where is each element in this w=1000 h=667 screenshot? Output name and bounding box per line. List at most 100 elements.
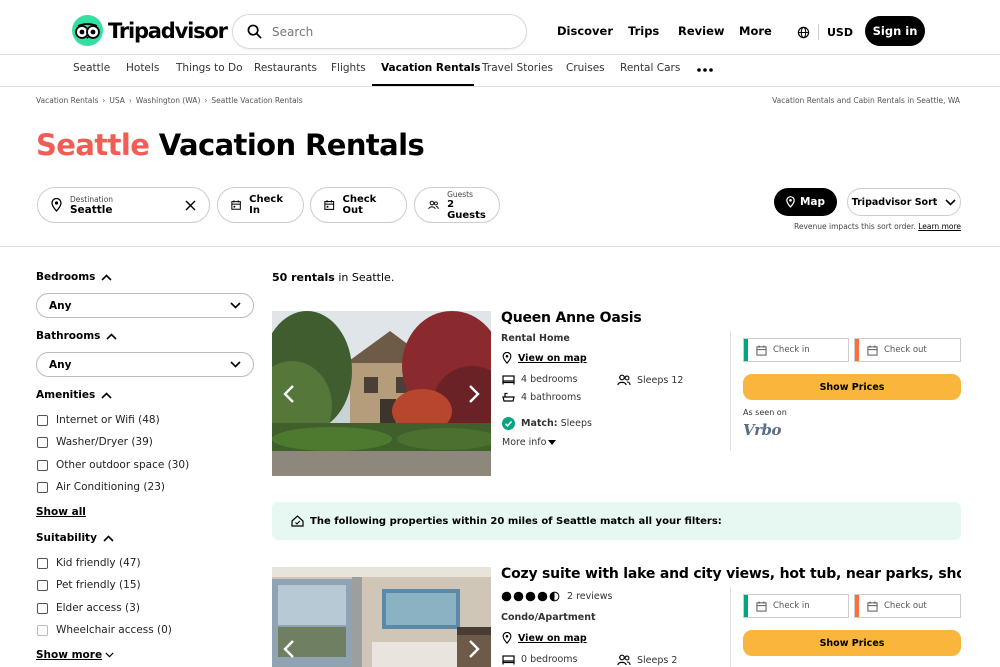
guests-button[interactable]: Guests 2 Guests [414,187,500,223]
tab-things-to-do[interactable]: Things to Do [176,62,243,74]
bedrooms-header[interactable]: Bedrooms [36,271,113,283]
bathrooms-header[interactable]: Bathrooms [36,330,117,342]
owl-icon [72,15,103,46]
amenity-checkbox[interactable]: Air Conditioning (23) [37,481,165,493]
suitability-header[interactable]: Suitability [36,532,114,544]
suitability-checkbox[interactable]: Wheelchair access (0) [37,624,172,636]
check-in-button[interactable]: Check In [217,187,304,223]
checkbox[interactable] [37,436,48,448]
tab-rental-cars[interactable]: Rental Cars [620,62,680,74]
tab-restaurants[interactable]: Restaurants [254,62,317,74]
search-bar[interactable] [232,14,527,49]
breadcrumb-item[interactable]: Seattle Vacation Rentals [211,96,302,105]
logo-text: Tripadvisor [108,18,228,43]
more-info-toggle[interactable]: More info [502,437,557,448]
checkbox[interactable] [37,557,48,569]
bathrooms-select[interactable]: Any [36,352,254,377]
view-on-map-link[interactable]: View on map [502,352,587,364]
guests-value: 2 Guests [447,198,486,221]
tab-flights[interactable]: Flights [331,62,366,74]
sort-dropdown[interactable]: Tripadvisor Sort [847,188,961,216]
bedrooms-text: 0 bedrooms [521,654,578,665]
chevron-left-icon[interactable] [282,384,296,404]
sleeps-info: Sleeps 2 [617,654,677,666]
amenity-checkbox[interactable]: Washer/Dryer (39) [37,436,153,448]
rating-row[interactable]: 2 reviews [501,591,612,602]
sort-label: Tripadvisor Sort [851,196,938,208]
chevron-up-icon [101,273,113,281]
chevron-right-icon[interactable] [467,384,481,404]
show-more-label: Show more [36,649,103,661]
check-out-button[interactable]: Check Out [310,187,407,223]
suitability-label: Wheelchair access (0) [56,624,172,636]
caret-down-icon [548,440,557,445]
tab-travel-stories[interactable]: Travel Stories [482,62,553,74]
amenities-header[interactable]: Amenities [36,389,112,401]
checkbox[interactable] [37,414,48,426]
map-button[interactable]: Map [774,188,837,216]
suitability-checkbox[interactable]: Kid friendly (47) [37,557,141,569]
breadcrumb-right: Vacation Rentals and Cabin Rentals in Se… [772,96,960,105]
listing-title[interactable]: Cozy suite with lake and city views, hot… [501,566,961,582]
nav-trips[interactable]: Trips [628,24,659,38]
checkbox[interactable] [37,602,48,614]
checkbox[interactable] [37,624,48,636]
bathrooms-value: Any [49,358,72,371]
check-in-date-field[interactable]: Check in [743,594,849,618]
tab-cruises[interactable]: Cruises [566,62,605,74]
destination-field[interactable]: Destination Seattle [37,187,210,223]
currency-label: USD [827,25,853,39]
currency-selector[interactable]: USD [797,24,853,40]
house-icon [291,515,304,527]
show-prices-button[interactable]: Show Prices [743,630,961,656]
checkbox[interactable] [37,481,48,493]
room-photo [272,567,491,667]
suitability-label: Pet friendly (15) [56,579,141,591]
amenity-checkbox[interactable]: Internet or Wifi (48) [37,414,160,426]
listing-photo[interactable] [272,311,491,476]
vrbo-logo: Vrbo [743,421,782,439]
sign-in-button[interactable]: Sign in [865,16,925,46]
show-more-link[interactable]: Show more [36,649,114,661]
chevron-up-icon [103,534,114,542]
breadcrumb-item[interactable]: Washington (WA) [136,96,200,105]
bathrooms-text: 4 bathrooms [521,392,582,403]
tab-seattle[interactable]: Seattle [73,62,110,74]
divider [0,54,1000,55]
suitability-checkbox[interactable]: Elder access (3) [37,602,140,614]
show-all-link[interactable]: Show all [36,506,86,518]
amenity-checkbox[interactable]: Other outdoor space (30) [37,459,189,471]
view-on-map-link[interactable]: View on map [502,632,587,644]
listing-title[interactable]: Queen Anne Oasis [501,310,642,326]
search-icon [247,24,262,39]
chevron-left-icon[interactable] [282,639,296,659]
nav-review[interactable]: Review [678,24,725,38]
search-input[interactable] [272,24,502,39]
nav-discover[interactable]: Discover [557,24,613,38]
more-dots-icon[interactable] [697,68,713,72]
reviews-count: 2 reviews [567,591,613,602]
show-prices-button[interactable]: Show Prices [743,374,961,400]
breadcrumb-item[interactable]: Vacation Rentals [36,96,98,105]
bedrooms-select[interactable]: Any [36,293,254,318]
breadcrumb-item[interactable]: USA [109,96,125,105]
amenities-label: Amenities [36,389,96,401]
tab-hotels[interactable]: Hotels [126,62,159,74]
check-out-date-field[interactable]: Check out [854,338,961,362]
map-label: Map [799,196,826,208]
suitability-checkbox[interactable]: Pet friendly (15) [37,579,141,591]
check-out-date-field[interactable]: Check out [854,594,961,618]
listing-photo[interactable] [272,567,491,667]
nav-more[interactable]: More [739,24,772,38]
chevron-right-icon[interactable] [467,639,481,659]
checkbox[interactable] [37,459,48,471]
learn-more-link[interactable]: Learn more [918,222,961,231]
check-in-date-field[interactable]: Check in [743,338,849,362]
tripadvisor-logo[interactable]: Tripadvisor [72,15,228,46]
check-out-text: Check out [884,345,927,355]
close-icon[interactable] [185,200,196,211]
color-bar [855,595,859,617]
tab-vacation-rentals[interactable]: Vacation Rentals [381,62,481,74]
divider [0,86,1000,87]
checkbox[interactable] [37,579,48,591]
